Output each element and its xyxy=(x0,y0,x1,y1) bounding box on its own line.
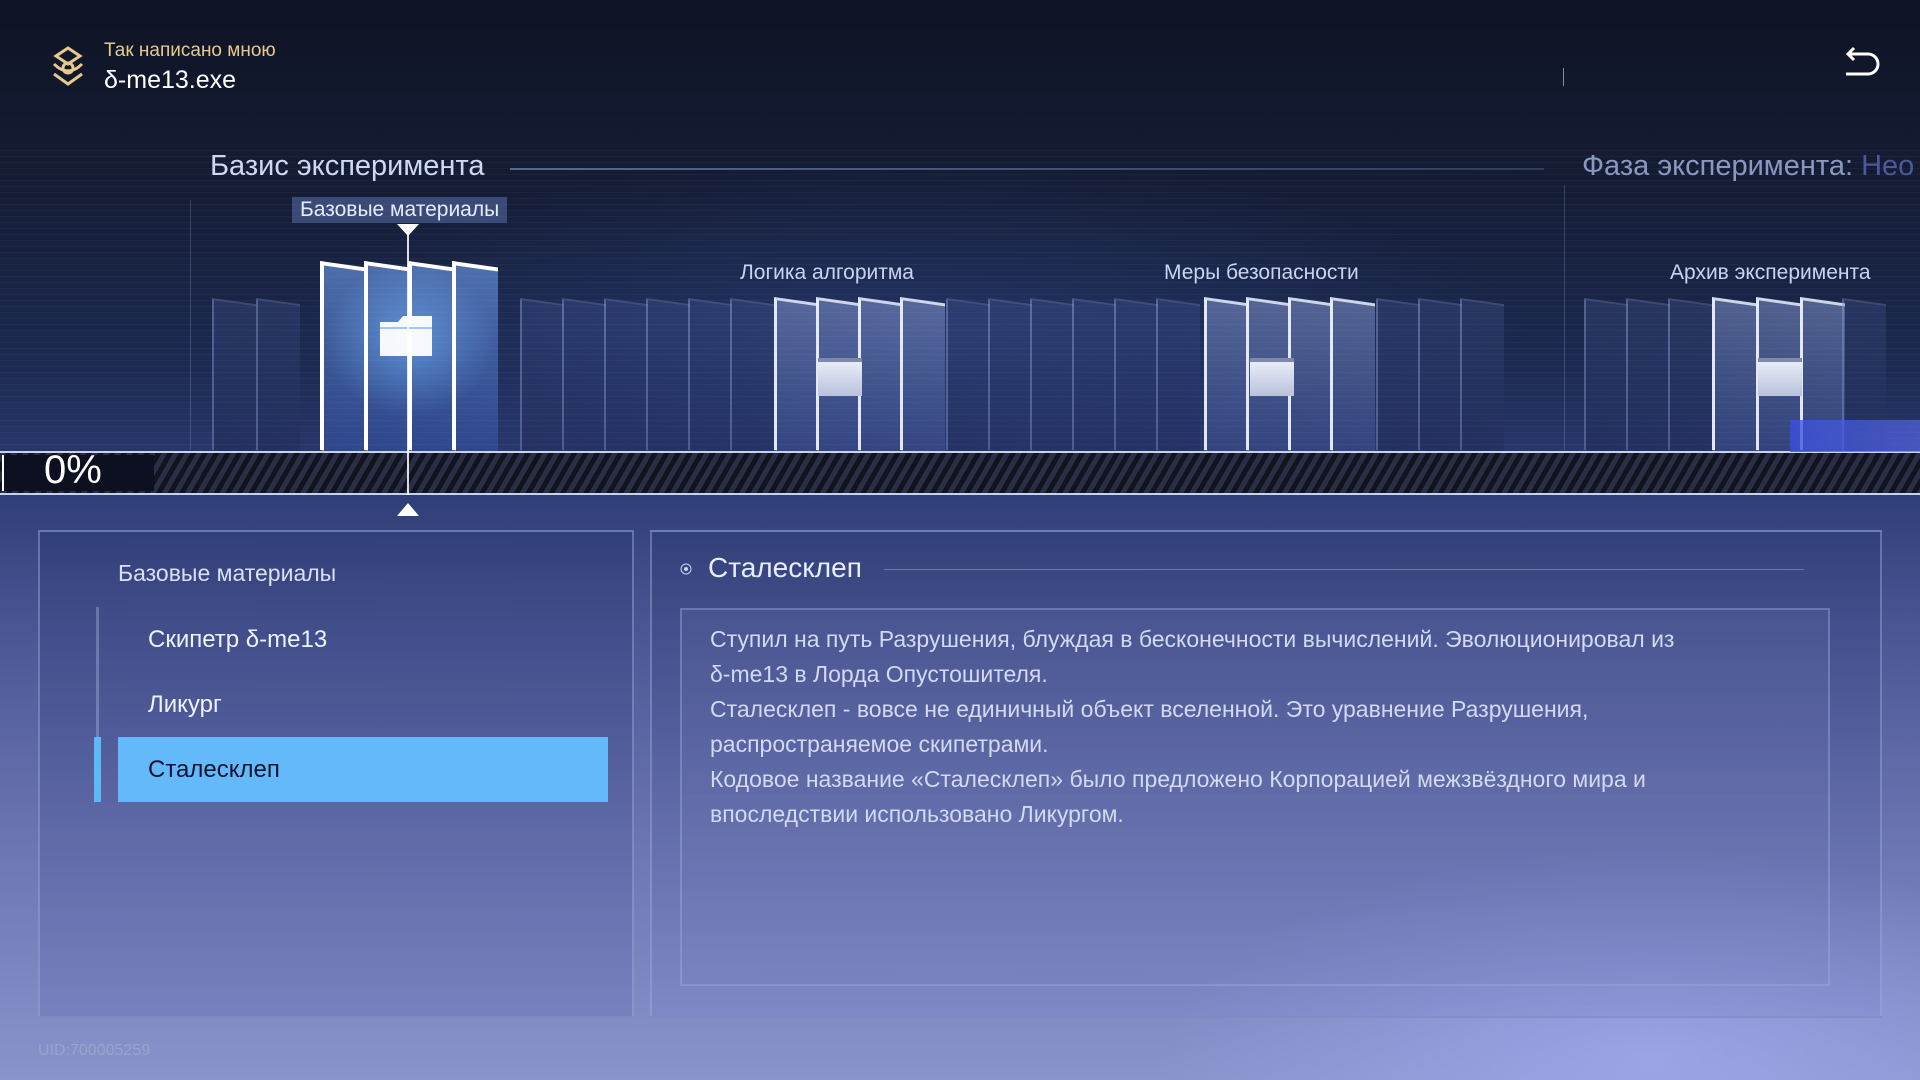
timeline-folder[interactable] xyxy=(562,298,606,457)
list-item-lycurgus[interactable]: Ликург xyxy=(118,672,608,737)
materials-list-title: Базовые материалы xyxy=(118,560,337,586)
timeline-folder[interactable] xyxy=(1460,298,1504,457)
description-line: δ-me13 в Лорда Опустошителя. xyxy=(710,661,1048,687)
timeline-folder[interactable] xyxy=(1626,298,1670,457)
bullet-icon xyxy=(680,562,692,575)
timeline-folder[interactable] xyxy=(1156,298,1200,457)
detail-panel: Сталесклеп Ступил на путь Разрушения, бл… xyxy=(650,530,1882,1018)
timeline-folder[interactable] xyxy=(1072,298,1116,457)
timeline-folder[interactable] xyxy=(774,297,819,457)
timeline-folder-strip[interactable] xyxy=(0,230,1920,457)
timeline-folder[interactable] xyxy=(688,298,732,457)
timeline-folder-active[interactable] xyxy=(320,261,366,457)
timeline-folder[interactable] xyxy=(1030,298,1074,457)
pointer-up-icon[interactable] xyxy=(397,503,419,516)
document-icon xyxy=(1758,358,1802,396)
description-line: Ступил на путь Разрушения, блуждая в бес… xyxy=(710,626,1675,652)
timeline-folder[interactable] xyxy=(646,298,690,457)
description-line: Кодовое название «Сталесклеп» было предл… xyxy=(710,766,1646,792)
timeline-folder[interactable] xyxy=(988,298,1032,457)
timeline-folder-active[interactable] xyxy=(452,261,498,457)
description-line: впоследствии использовано Ликургом. xyxy=(710,801,1124,827)
timeline-folder[interactable] xyxy=(946,298,990,457)
list-item-label: Ликург xyxy=(148,690,222,718)
timeline-pointer-line xyxy=(407,235,409,495)
header-subtitle: Так написано мною xyxy=(104,40,276,61)
emblem-icon xyxy=(48,44,88,88)
timeline-folder[interactable] xyxy=(1204,297,1249,457)
decorative-block xyxy=(1790,420,1920,452)
folder-icon xyxy=(376,310,436,360)
phase-title: Базис эксперимента xyxy=(210,150,485,182)
timeline-group-label[interactable]: Архив эксперимента xyxy=(1670,261,1871,285)
timeline-group-label[interactable]: Меры безопасности xyxy=(1164,261,1359,285)
timeline-folder[interactable] xyxy=(1376,298,1420,457)
detail-title-line xyxy=(884,569,1804,570)
back-button[interactable] xyxy=(1836,42,1884,86)
next-phase-title[interactable]: Фаза эксперимента: Нео xyxy=(1582,150,1920,183)
timeline-folder[interactable] xyxy=(1584,298,1628,457)
timeline-folder[interactable] xyxy=(1114,298,1158,457)
timeline-folder[interactable] xyxy=(1668,298,1712,457)
description-line: Сталесклеп - вовсе не единичный объект в… xyxy=(710,696,1589,722)
timeline-folder[interactable] xyxy=(1330,297,1375,457)
user-id: UID:700005259 xyxy=(38,1042,151,1059)
document-icon xyxy=(1250,358,1294,396)
document-icon xyxy=(818,358,862,396)
timeline-group-label[interactable]: Логика алгоритма xyxy=(740,261,914,285)
timeline-folder[interactable] xyxy=(858,297,903,457)
return-arrow-icon xyxy=(1845,46,1880,76)
materials-list-panel: Базовые материалы Скипетр δ-me13 Ликург … xyxy=(38,530,634,1018)
pointer-down-icon xyxy=(397,224,419,236)
next-phase-title-tail: Нео xyxy=(1861,150,1915,182)
timeline-group-label-current[interactable]: Базовые материалы xyxy=(292,197,508,223)
list-item-scepter[interactable]: Скипетр δ-me13 xyxy=(118,607,608,672)
timeline-folder[interactable] xyxy=(1418,298,1462,457)
next-phase-title-text: Фаза эксперимента: xyxy=(1582,150,1854,182)
header-title: δ-me13.exe xyxy=(104,66,237,94)
progress-bar xyxy=(0,451,1920,495)
timeline-folder[interactable] xyxy=(256,298,300,457)
timeline-folder[interactable] xyxy=(520,298,564,457)
list-item-label: Скипетр δ-me13 xyxy=(148,625,328,653)
detail-description[interactable]: Ступил на путь Разрушения, блуждая в бес… xyxy=(680,608,1830,986)
phase-divider-line xyxy=(510,168,1544,170)
timeline-folder[interactable] xyxy=(1712,297,1757,457)
header-divider xyxy=(1563,68,1564,86)
detail-title: Сталесклеп xyxy=(708,552,862,583)
timeline-folder[interactable] xyxy=(730,298,774,457)
description-line: распространяемое скипетрами. xyxy=(710,731,1049,757)
list-scroll-indicator[interactable] xyxy=(94,737,101,802)
timeline-folder[interactable] xyxy=(212,298,256,457)
list-item-label: Сталесклеп xyxy=(148,755,280,783)
timeline-folder[interactable] xyxy=(1288,297,1333,457)
timeline-folder[interactable] xyxy=(900,297,945,457)
timeline-folder[interactable] xyxy=(604,298,648,457)
progress-percent: 0% xyxy=(44,448,102,492)
list-item-steelvault[interactable]: Сталесклеп xyxy=(118,737,608,802)
